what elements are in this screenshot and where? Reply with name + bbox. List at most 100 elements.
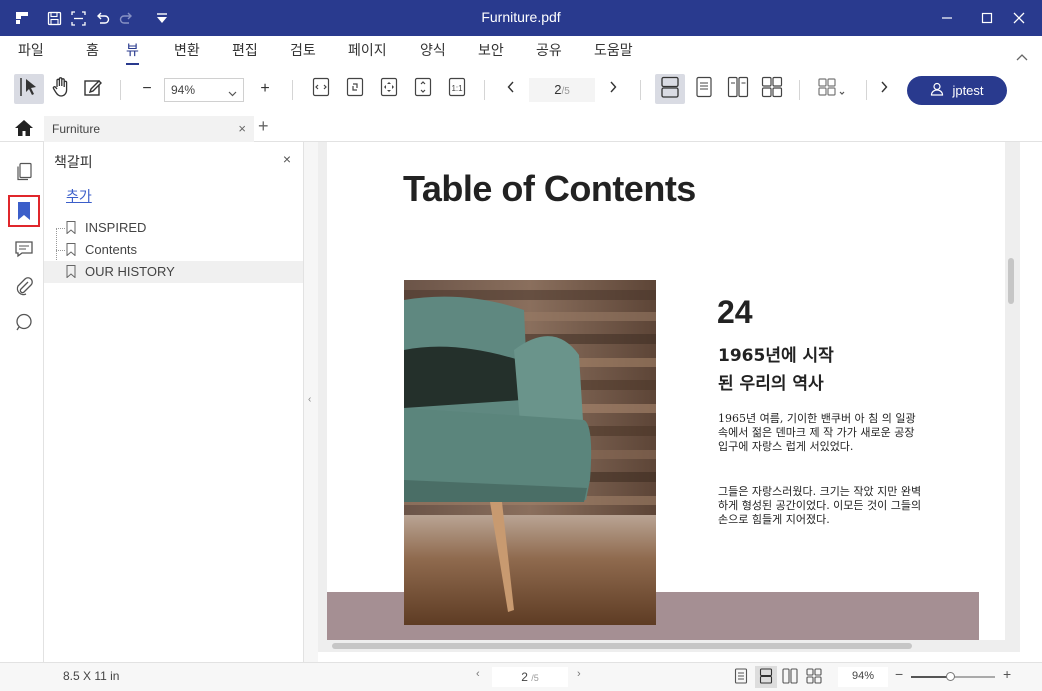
bookmark-item[interactable]: Contents: [44, 239, 303, 261]
fit-page-button[interactable]: [340, 74, 370, 104]
home-icon[interactable]: [13, 118, 35, 138]
cursor-icon: [18, 76, 40, 103]
page-number-input[interactable]: 2/5: [529, 78, 595, 102]
vertical-scrollbar[interactable]: [1006, 142, 1020, 647]
expand-icon: [380, 77, 398, 102]
menu-form[interactable]: 양식: [420, 40, 446, 60]
status-single-page-button[interactable]: [730, 666, 752, 688]
zoom-slider-fill: [911, 676, 952, 678]
zoom-value: 94%: [171, 83, 196, 97]
chevron-down-icon: [228, 86, 237, 100]
select-tool-button[interactable]: [14, 74, 44, 104]
two-page-continuous-button[interactable]: [757, 74, 787, 104]
scrollbar-thumb[interactable]: [1008, 258, 1014, 304]
minimize-button[interactable]: [932, 6, 962, 30]
separator: [484, 80, 485, 100]
maximize-button[interactable]: [972, 6, 1002, 30]
bookmark-label: Contents: [85, 242, 138, 257]
status-grid-button[interactable]: [803, 666, 825, 688]
two-page-button[interactable]: [723, 74, 753, 104]
section-heading-line: 된 우리의 역사: [718, 374, 824, 394]
status-total-pages: /5: [531, 673, 539, 683]
bookmark-item[interactable]: INSPIRED: [44, 217, 303, 239]
next-page-button[interactable]: [598, 74, 628, 104]
horizontal-scrollbar[interactable]: [318, 640, 1020, 652]
menu-home[interactable]: 홈: [86, 40, 99, 60]
continuous-page-icon: [660, 76, 680, 103]
search-icon[interactable]: [12, 310, 36, 334]
status-prev-page-button[interactable]: ‹: [476, 668, 480, 680]
separator: [120, 80, 121, 100]
separator: [799, 80, 800, 100]
thumbnails-icon[interactable]: [12, 160, 36, 184]
single-page-icon: [695, 76, 713, 103]
bookmark-item[interactable]: OUR HISTORY: [44, 261, 303, 283]
user-name: jptest: [952, 83, 984, 98]
pdf-page: Table of Contents 24 1965년에 시작 된 우리의 역사 …: [327, 142, 1005, 647]
close-window-button[interactable]: [1004, 6, 1034, 30]
close-tab-icon[interactable]: ×: [238, 121, 246, 136]
two-page-icon: [727, 76, 749, 103]
document-viewer[interactable]: Table of Contents 24 1965년에 시작 된 우리의 역사 …: [318, 142, 1020, 652]
fit-page-icon: [346, 77, 364, 102]
attachment-icon[interactable]: [12, 274, 36, 298]
status-two-page-button[interactable]: [779, 666, 801, 688]
chevron-right-icon: [880, 80, 888, 98]
left-sidebar-rail: [0, 142, 44, 662]
status-zoom-value[interactable]: 94%: [838, 667, 888, 687]
fit-height-button[interactable]: [408, 74, 438, 104]
close-panel-icon[interactable]: ×: [283, 151, 291, 167]
status-page-input[interactable]: 2 /5: [492, 667, 568, 687]
two-page-icon: [782, 667, 798, 687]
bookmark-icon[interactable]: [8, 195, 40, 227]
hand-tool-button[interactable]: [46, 74, 76, 104]
collapse-ribbon-icon[interactable]: [1016, 48, 1028, 66]
zoom-select[interactable]: 94%: [164, 78, 244, 102]
menu-page[interactable]: 페이지: [348, 40, 387, 60]
actual-size-button[interactable]: [374, 74, 404, 104]
menu-help[interactable]: 도움말: [594, 40, 633, 60]
separator: [640, 80, 641, 100]
zoom-in-button[interactable]: +: [250, 74, 280, 104]
section-heading: 1965년에 시작 된 우리의 역사: [718, 342, 834, 398]
zoom-out-button[interactable]: −: [132, 74, 162, 104]
body-paragraph: 1965년 여름, 기이한 밴쿠버 아 침 의 일광속에서 젊은 덴마크 제 작…: [718, 412, 916, 453]
single-page-continuous-button[interactable]: [655, 74, 685, 104]
layout-options-button[interactable]: [812, 74, 852, 104]
menu-security[interactable]: 보안: [478, 40, 504, 60]
menu-review[interactable]: 검토: [290, 40, 316, 60]
single-page-button[interactable]: [689, 74, 719, 104]
separator: [866, 80, 867, 100]
one-to-one-button[interactable]: 1:1: [442, 74, 472, 104]
add-bookmark-link[interactable]: 추가: [66, 186, 92, 206]
view-toolbar: − 94% + 1:1 2/5 jptest: [0, 66, 1042, 114]
hand-icon: [50, 76, 72, 103]
zoom-slider-knob[interactable]: [946, 672, 956, 681]
menu-view[interactable]: 뷰: [126, 40, 139, 65]
toolbar-more-button[interactable]: [872, 74, 896, 104]
zoom-slider[interactable]: [911, 672, 995, 681]
status-bar: 8.5 X 11 in ‹ 2 /5 › 94% − +: [0, 662, 1042, 691]
document-tab[interactable]: Furniture ×: [44, 116, 254, 142]
menu-share[interactable]: 공유: [536, 40, 562, 60]
fit-width-button[interactable]: [306, 74, 336, 104]
panel-collapse-handle[interactable]: ‹: [304, 142, 318, 662]
document-tab-bar: Furniture × +: [0, 114, 1042, 142]
document-tab-label: Furniture: [52, 122, 101, 136]
previous-page-button[interactable]: [496, 74, 526, 104]
scrollbar-thumb[interactable]: [332, 643, 912, 649]
status-zoom-out-button[interactable]: −: [895, 666, 903, 682]
status-current-page: 2: [521, 670, 528, 684]
menu-convert[interactable]: 변환: [174, 40, 200, 60]
fit-height-icon: [414, 77, 432, 102]
user-account-button[interactable]: jptest: [907, 76, 1007, 105]
menu-file[interactable]: 파일: [18, 40, 44, 60]
edit-tool-button[interactable]: [78, 74, 108, 104]
menu-edit[interactable]: 편집: [232, 40, 258, 60]
comment-icon[interactable]: [12, 237, 36, 261]
panel-title: 책갈피: [54, 155, 93, 171]
status-continuous-button[interactable]: [755, 666, 777, 688]
new-tab-button[interactable]: +: [258, 116, 269, 137]
status-zoom-in-button[interactable]: +: [1003, 666, 1011, 682]
status-next-page-button[interactable]: ›: [577, 668, 581, 680]
